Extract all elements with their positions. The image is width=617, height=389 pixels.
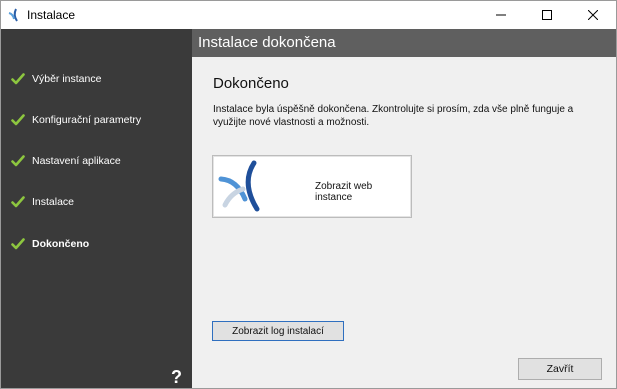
step-item-instalace: Instalace <box>11 192 74 212</box>
web-card-label: Zobrazit web instance <box>315 181 373 203</box>
show-install-log-button[interactable]: Zobrazit log instalací <box>212 321 344 341</box>
minimize-button[interactable] <box>478 1 524 29</box>
title-bar[interactable]: Instalace <box>1 1 616 29</box>
step-item-vyber-instance: Výběr instance <box>11 69 101 89</box>
app-logo-icon <box>218 160 260 212</box>
maximize-icon <box>542 10 552 20</box>
step-label: Dokončeno <box>32 238 90 250</box>
step-item-nastaveni-aplikace: Nastavení aplikace <box>11 151 121 171</box>
window-title: Instalace <box>27 8 76 22</box>
step-item-konfiguracni-parametry: Konfigurační parametry <box>11 110 141 130</box>
minimize-icon <box>496 14 506 16</box>
close-icon <box>588 10 598 20</box>
page-title: Instalace dokončena <box>198 34 336 51</box>
main-panel: Instalace dokončena Dokončeno Instalace … <box>192 29 616 388</box>
close-window-button[interactable] <box>570 1 616 29</box>
steps-sidebar: Výběr instance Konfigurační parametry Na… <box>1 29 192 388</box>
step-label: Nastavení aplikace <box>32 155 121 167</box>
section-title: Dokončeno <box>213 75 289 92</box>
step-label: Instalace <box>32 196 75 208</box>
close-button[interactable]: Zavřít <box>518 358 602 380</box>
app-logo-icon <box>8 8 18 22</box>
step-label: Výběr instance <box>32 73 102 85</box>
checkmark-icon <box>11 155 25 167</box>
checkmark-icon <box>11 196 25 208</box>
step-label: Konfigurační parametry <box>32 114 142 126</box>
installer-window: Instalace Výběr instance Konfigurační pa… <box>0 0 617 389</box>
header-bar: Instalace dokončena <box>192 29 616 57</box>
maximize-button[interactable] <box>524 1 570 29</box>
checkmark-icon <box>11 73 25 85</box>
step-item-dokonceno: Dokončeno <box>11 234 89 254</box>
completion-description: Instalace byla úspěšně dokončena. Zkontr… <box>213 104 574 128</box>
checkmark-icon <box>11 114 25 126</box>
help-icon[interactable]: ? <box>171 367 182 388</box>
open-web-instance-button[interactable]: Zobrazit web instance <box>212 155 412 218</box>
checkmark-icon <box>11 238 25 250</box>
